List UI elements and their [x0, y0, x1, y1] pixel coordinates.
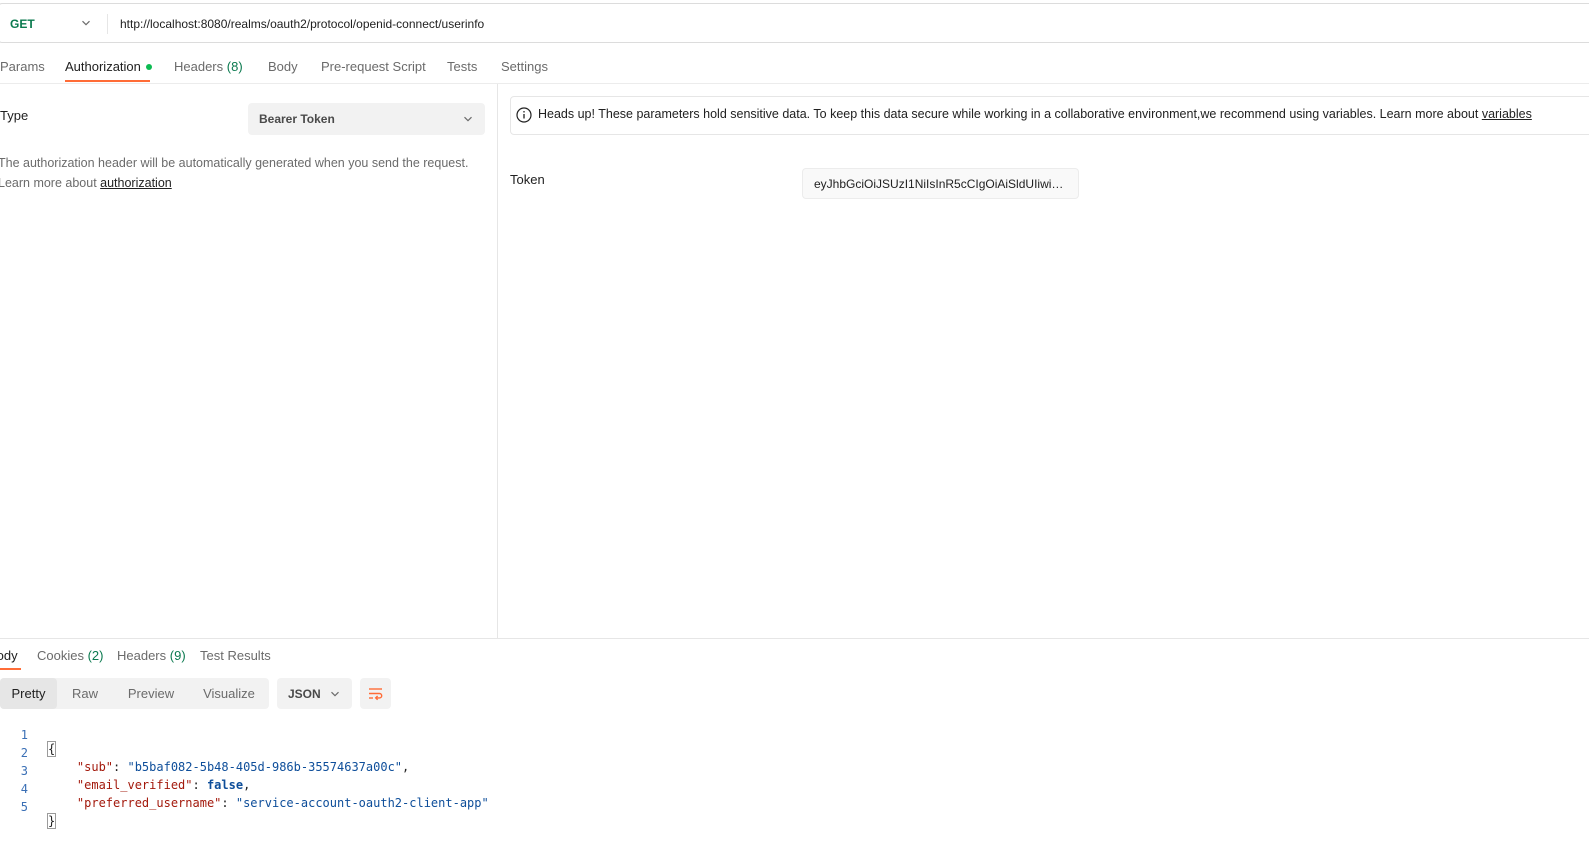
word-wrap-button[interactable] [360, 678, 391, 709]
auth-description-text: The authorization header will be automat… [0, 156, 469, 170]
code-line: 3 "email_verified": false, [0, 750, 251, 792]
auth-description: The authorization header will be automat… [0, 153, 488, 193]
tab-headers-count: (8) [226, 59, 243, 74]
info-icon [516, 107, 532, 123]
view-preview-button[interactable]: Preview [119, 678, 183, 709]
line-number: 5 [20, 800, 28, 814]
url-bar: GET http://localhost:8080/realms/oauth2/… [0, 3, 1589, 43]
code-close-brace: } [46, 813, 57, 829]
tab-headers-label: Headers [174, 59, 224, 74]
authorization-link[interactable]: authorization [100, 176, 172, 190]
token-input[interactable]: eyJhbGciOiJSUzI1NiIsInR5cCIgOiAiSldUIiwi… [802, 168, 1079, 199]
auth-type-label: Type [0, 108, 29, 123]
chevron-down-icon [331, 691, 339, 697]
json-key: "preferred_username" [76, 796, 222, 810]
view-visualize-button[interactable]: Visualize [194, 678, 264, 709]
active-tab-indicator [65, 80, 150, 82]
tab-authorization-label: Authorization [65, 59, 141, 74]
token-value: eyJhbGciOiJSUzI1NiIsInR5cCIgOiAiSldUIiwi… [814, 177, 1069, 191]
learn-more-prefix: Learn more about [0, 176, 101, 190]
variables-link[interactable]: variables [1482, 107, 1532, 121]
tab-params[interactable]: Params [0, 59, 45, 74]
json-trail: , [402, 760, 410, 774]
view-raw-button[interactable]: Raw [60, 678, 110, 709]
json-value: "service-account-oauth2-client-app" [235, 796, 489, 810]
tabs-divider [0, 83, 1589, 84]
code-line: 2 "sub": "b5baf082-5b48-405d-986b-355746… [0, 732, 410, 774]
chevron-down-icon[interactable] [81, 18, 91, 28]
url-divider [107, 14, 108, 34]
code-field: "preferred_username": "service-account-o… [76, 796, 489, 810]
chevron-down-icon [464, 116, 472, 122]
code-open-brace: { [46, 741, 57, 757]
banner-text: Heads up! These parameters hold sensitiv… [538, 107, 1532, 121]
json-key: "email_verified" [76, 778, 193, 792]
code-line: 5 } [0, 786, 57, 829]
json-value: "b5baf082-5b48-405d-986b-35574637a00c" [127, 760, 403, 774]
json-trail: , [243, 778, 251, 792]
format-select[interactable]: JSON [277, 678, 352, 709]
response-tab-test-results[interactable]: Test Results [200, 648, 271, 663]
tab-body[interactable]: Body [268, 59, 298, 74]
code-field: "email_verified": false, [76, 778, 251, 792]
view-pretty-button[interactable]: Pretty [0, 678, 57, 709]
response-tab-body[interactable]: Body [0, 648, 18, 663]
sensitive-data-banner: Heads up! These parameters hold sensitiv… [510, 96, 1589, 135]
tab-pre-request-script[interactable]: Pre-request Script [321, 59, 426, 74]
code-field: "sub": "b5baf082-5b48-405d-986b-35574637… [76, 760, 410, 774]
wrap-lines-icon [369, 688, 383, 701]
response-tab-headers[interactable]: Headers (9) [117, 648, 186, 663]
json-key: "sub" [76, 760, 114, 774]
tab-tests[interactable]: Tests [447, 59, 477, 74]
status-dot [145, 63, 152, 70]
view-mode-group: Pretty Raw Preview Visualize [0, 678, 269, 709]
panel-divider [497, 84, 498, 639]
url-input[interactable]: http://localhost:8080/realms/oauth2/prot… [120, 17, 484, 31]
response-tab-cookies[interactable]: Cookies (2) [37, 648, 103, 663]
response-tab-cookies-label: Cookies [37, 648, 84, 663]
response-divider [0, 638, 1589, 639]
code-line: 1 { [0, 714, 57, 757]
banner-message: Heads up! These parameters hold sensitiv… [538, 107, 1482, 121]
auth-type-value: Bearer Token [259, 112, 335, 126]
response-tab-headers-count: (9) [169, 648, 186, 663]
response-active-tab-indicator [0, 668, 21, 670]
auth-type-select[interactable]: Bearer Token [248, 103, 485, 135]
format-value: JSON [288, 687, 321, 701]
tab-authorization[interactable]: Authorization [65, 59, 152, 74]
response-tab-cookies-count: (2) [87, 648, 104, 663]
token-label: Token [510, 172, 545, 187]
tab-settings[interactable]: Settings [501, 59, 548, 74]
method-select[interactable]: GET [10, 17, 35, 31]
code-line: 4 "preferred_username": "service-account… [0, 768, 489, 810]
tab-headers[interactable]: Headers (8) [174, 59, 243, 74]
json-value: false [206, 778, 244, 792]
response-tab-headers-label: Headers [117, 648, 167, 663]
